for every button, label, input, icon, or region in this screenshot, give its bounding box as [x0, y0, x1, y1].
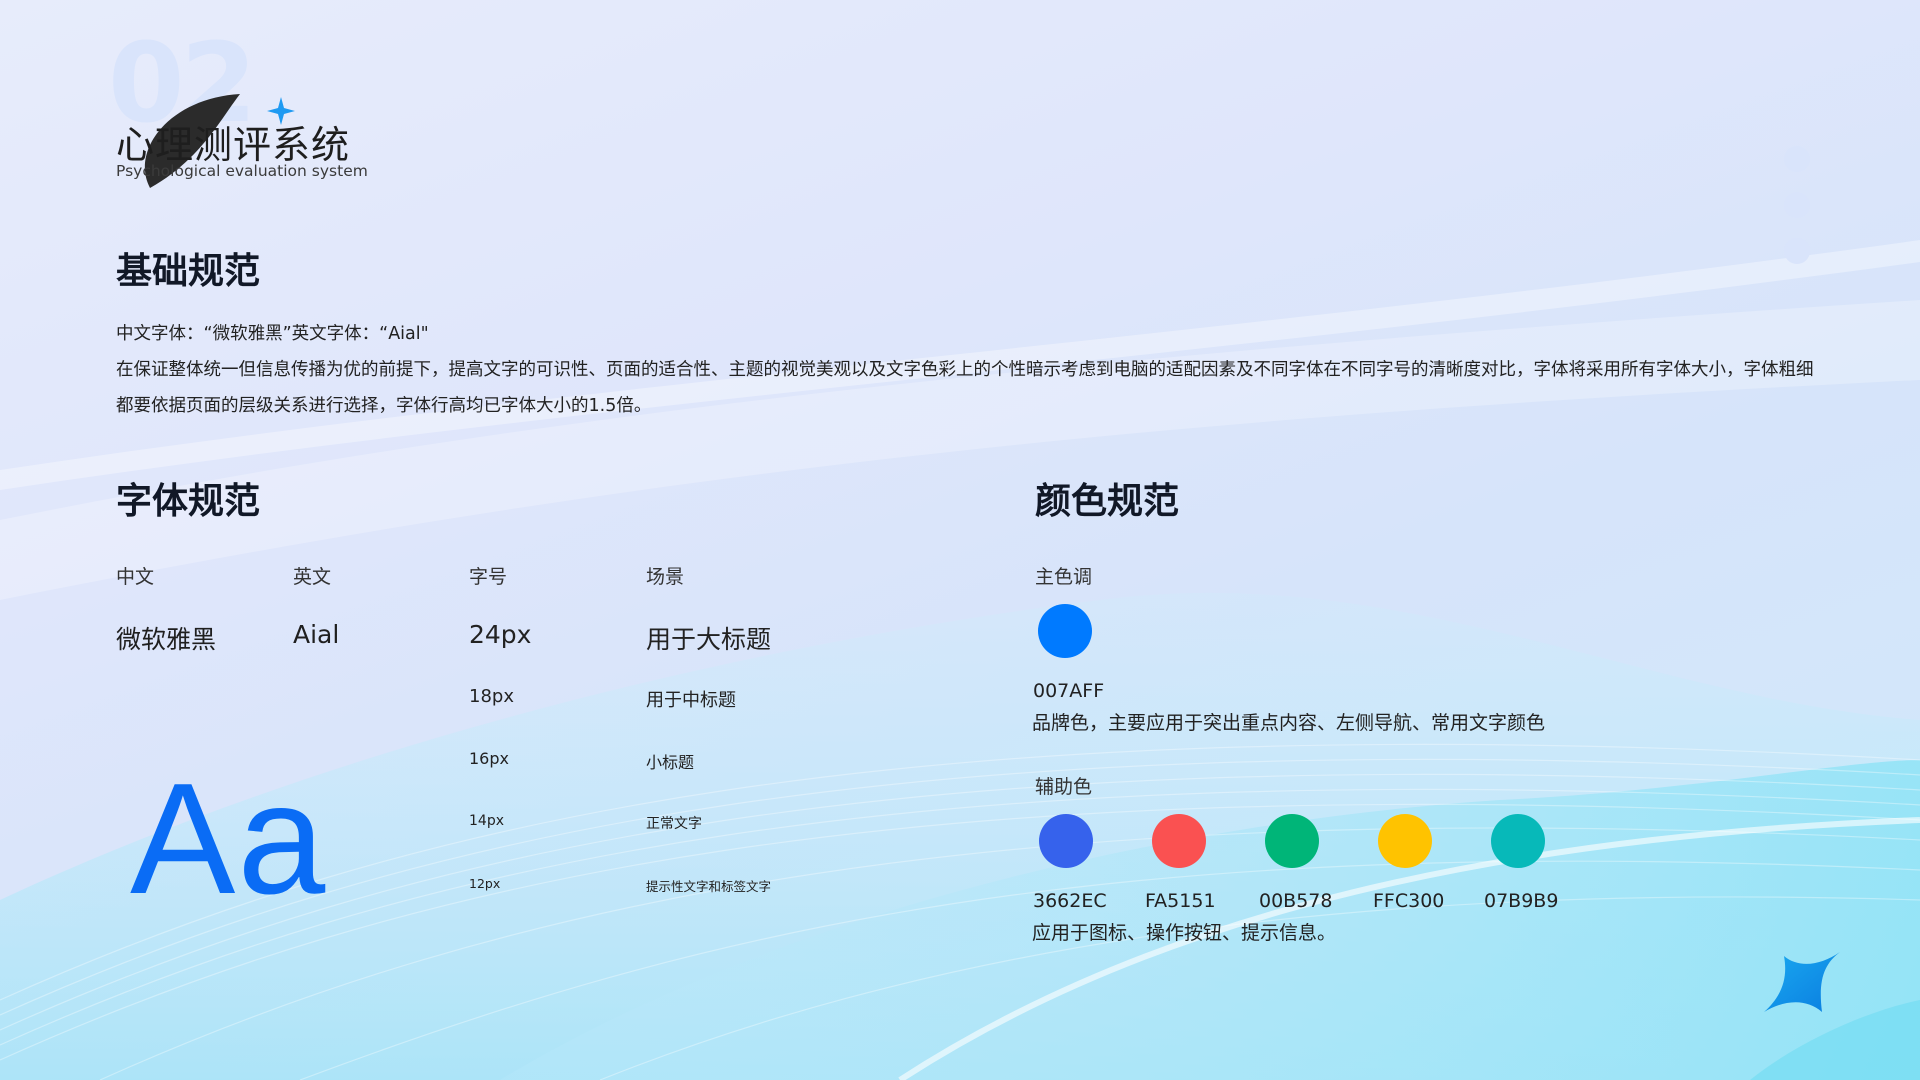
- basic-spec-heading: 基础规范: [116, 251, 261, 292]
- font-spec-heading: 字体规范: [116, 481, 261, 522]
- scene-12: 提示性文字和标签文字: [646, 879, 772, 894]
- english-font-name: Aial: [293, 620, 340, 649]
- font-sample: Aa: [130, 751, 328, 927]
- secondary-hex-5: 07B9B9: [1484, 890, 1559, 912]
- scene-18: 用于中标题: [646, 690, 736, 711]
- scene-16: 小标题: [646, 753, 695, 772]
- secondary-swatch-teal: [1491, 814, 1545, 868]
- decorative-dots: [1784, 146, 1810, 284]
- spec-paragraph-line-2: 都要依据页面的层级关系进行选择，字体行高均已字体大小的1.5倍。: [116, 396, 652, 416]
- secondary-color-label: 辅助色: [1035, 776, 1093, 798]
- spec-paragraph-line-1: 在保证整体统一但信息传播为优的前提下，提高文字的可识性、页面的适合性、主题的视觉…: [116, 360, 1814, 380]
- scene-24: 用于大标题: [646, 625, 772, 654]
- logo-title: 心理测评系统: [116, 123, 351, 167]
- primary-color-description: 品牌色，主要应用于突出重点内容、左侧导航、常用文字颜色: [1032, 712, 1546, 734]
- col-header-scene: 场景: [646, 566, 685, 588]
- secondary-swatch-yellow: [1378, 814, 1432, 868]
- secondary-color-description: 应用于图标、操作按钮、提示信息。: [1032, 922, 1337, 944]
- logo-subtitle: Psychological evaluation system: [116, 162, 368, 180]
- color-spec-heading: 颜色规范: [1035, 481, 1180, 522]
- col-header-chinese: 中文: [116, 566, 155, 588]
- secondary-hex-1: 3662EC: [1033, 890, 1107, 912]
- scene-14: 正常文字: [646, 816, 702, 832]
- size-18: 18px: [469, 686, 514, 707]
- secondary-hex-3: 00B578: [1259, 890, 1333, 912]
- size-24: 24px: [469, 620, 532, 649]
- secondary-swatch-green: [1265, 814, 1319, 868]
- chinese-font-name: 微软雅黑: [116, 625, 217, 654]
- fonts-line: 中文字体：“微软雅黑”英文字体：“Aial": [116, 324, 429, 344]
- star-icon: [1764, 952, 1840, 1012]
- col-header-english: 英文: [293, 566, 332, 588]
- secondary-swatch-blue: [1039, 814, 1093, 868]
- primary-color-label: 主色调: [1035, 566, 1093, 588]
- col-header-size: 字号: [469, 566, 508, 588]
- secondary-hex-4: FFC300: [1373, 890, 1445, 912]
- secondary-swatch-red: [1152, 814, 1206, 868]
- size-16: 16px: [469, 749, 509, 768]
- secondary-hex-2: FA5151: [1145, 890, 1216, 912]
- primary-color-swatch: [1038, 604, 1092, 658]
- size-12: 12px: [469, 876, 501, 891]
- primary-color-hex: 007AFF: [1033, 680, 1105, 702]
- size-14: 14px: [469, 813, 504, 829]
